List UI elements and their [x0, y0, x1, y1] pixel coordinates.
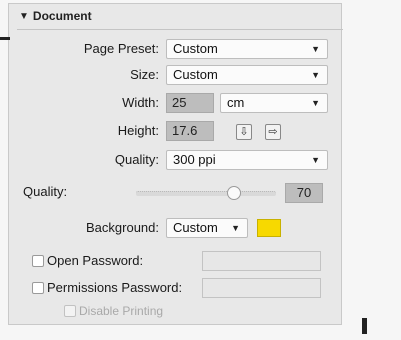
size-select[interactable]: Custom ▼	[166, 65, 328, 85]
portrait-orientation-icon[interactable]: ⇩	[236, 124, 252, 140]
disclosure-triangle-icon[interactable]: ▼	[19, 11, 29, 22]
width-unit-select[interactable]: cm ▼	[220, 93, 328, 113]
quality-slider-thumb[interactable]	[227, 186, 241, 200]
permissions-password-field[interactable]	[202, 278, 321, 298]
chevron-down-icon: ▼	[311, 155, 320, 165]
background-label: Background:	[86, 220, 159, 235]
page-preset-select[interactable]: Custom ▼	[166, 39, 328, 59]
quality-select-label: Quality:	[114, 152, 159, 167]
quality-select-value: 300 ppi	[173, 152, 216, 167]
page-preset-value: Custom	[173, 41, 218, 56]
quality-slider-track[interactable]	[136, 191, 276, 196]
background-color-swatch[interactable]	[257, 219, 281, 237]
section-header[interactable]: ▼ Document	[17, 9, 343, 30]
permissions-password-checkbox[interactable]	[32, 282, 44, 294]
chevron-down-icon: ▼	[311, 70, 320, 80]
background-value: Custom	[173, 220, 218, 235]
disable-printing-label: Disable Printing	[79, 304, 164, 318]
open-password-field[interactable]	[202, 251, 321, 271]
edge-mark	[0, 37, 10, 40]
background-select[interactable]: Custom ▼	[166, 218, 248, 238]
width-field[interactable]: 25	[166, 93, 214, 113]
height-field[interactable]: 17.6	[166, 121, 214, 141]
document-panel: ▼ Document Page Preset: Custom ▼ Size: Cu…	[8, 3, 343, 325]
chevron-down-icon: ▼	[311, 98, 320, 108]
quality-slider-label: Quality:	[23, 184, 68, 199]
disable-printing-checkbox[interactable]	[64, 305, 76, 317]
quality-select[interactable]: 300 ppi ▼	[166, 150, 328, 170]
size-value: Custom	[173, 67, 218, 82]
open-password-checkbox[interactable]	[32, 255, 44, 267]
chevron-down-icon: ▼	[311, 44, 320, 54]
page-preset-label: Page Preset:	[83, 41, 159, 56]
width-unit-value: cm	[227, 95, 245, 110]
size-label: Size:	[130, 67, 159, 82]
permissions-password-label: Permissions Password:	[47, 280, 183, 295]
landscape-orientation-icon[interactable]: ⇨	[265, 124, 281, 140]
height-label: Height:	[117, 123, 159, 138]
section-title: Document	[32, 9, 92, 23]
open-password-label: Open Password:	[47, 253, 144, 268]
edge-mark	[362, 318, 367, 334]
chevron-down-icon: ▼	[231, 223, 240, 233]
quality-slider-value[interactable]: 70	[285, 183, 323, 203]
width-label: Width:	[122, 95, 159, 110]
